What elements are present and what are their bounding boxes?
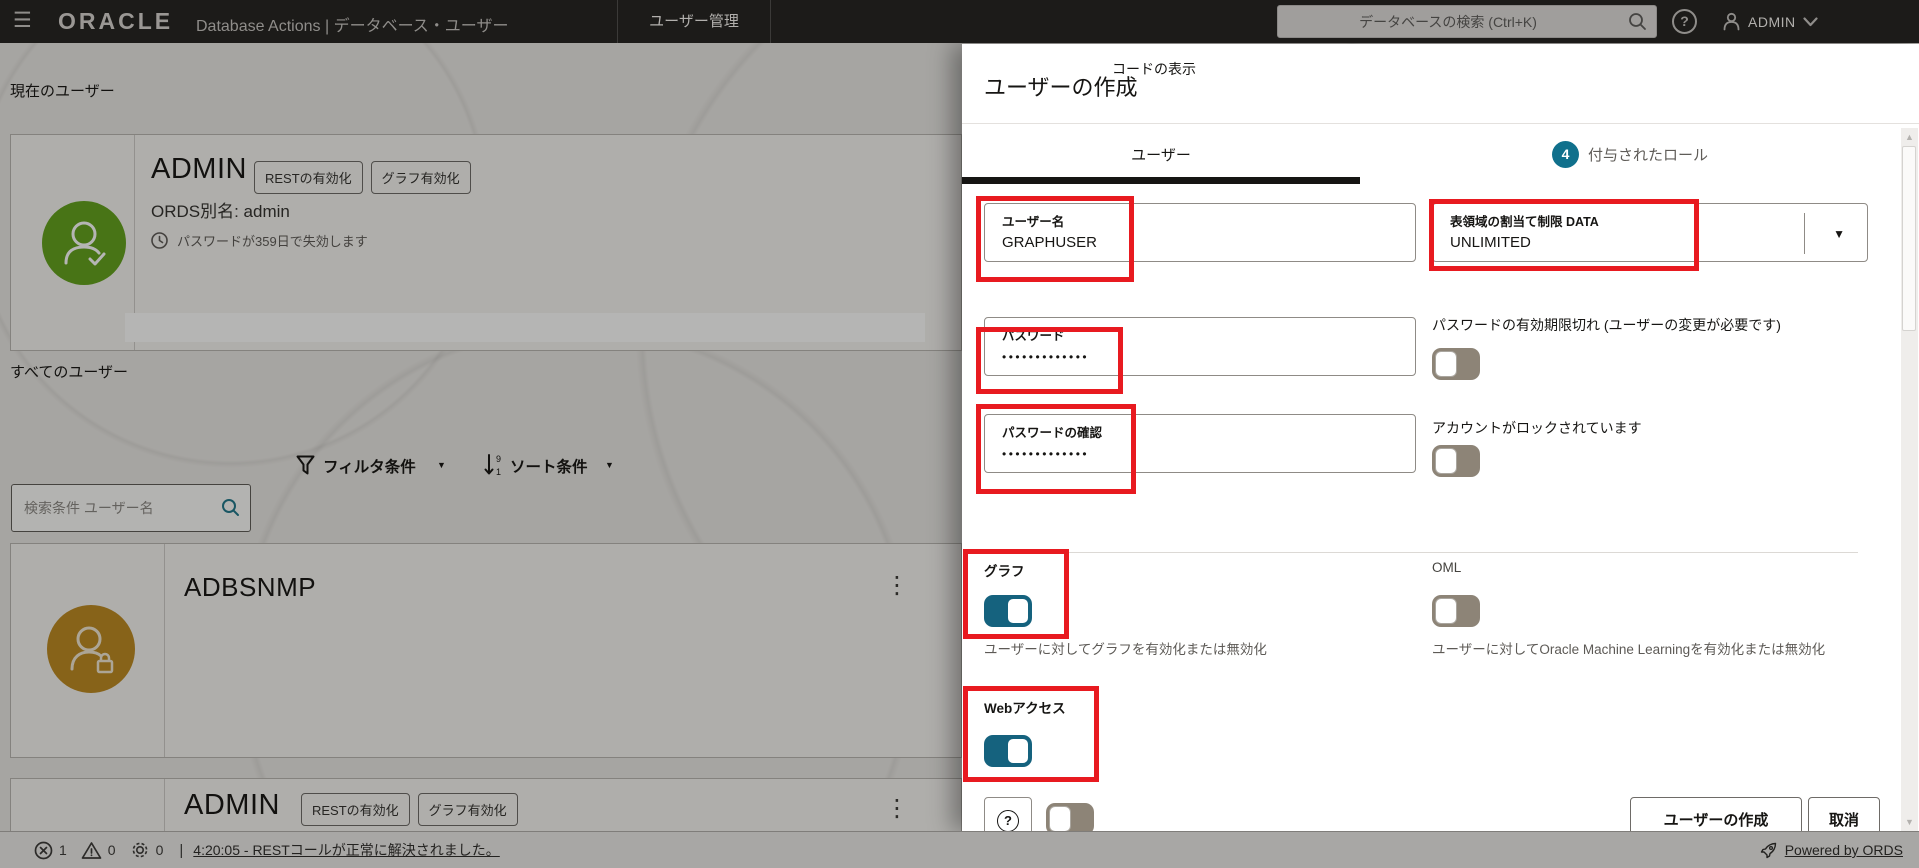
oracle-logo: ORACLE: [58, 8, 174, 34]
panel-scrollbar[interactable]: ▲ ▼: [1901, 128, 1918, 831]
scrollbar-thumb[interactable]: [1902, 146, 1916, 331]
tab-granted-roles[interactable]: 4 付与されたロール: [1360, 124, 1900, 184]
toggle-knob: [1049, 806, 1071, 832]
oml-toggle[interactable]: [1432, 595, 1480, 627]
errors-icon[interactable]: [34, 841, 53, 860]
toggle-knob: [1007, 738, 1029, 764]
toggle-knob: [1435, 448, 1457, 474]
web-access-label: Webアクセス: [984, 701, 1066, 716]
question-mark-icon: ?: [997, 810, 1019, 832]
status-bar: 1 0 0 | 4:20:05 - RESTコールが正常に解決されました。 Po…: [0, 831, 1919, 868]
password-label: パスワード: [1002, 329, 1065, 343]
graph-label: グラフ: [984, 564, 1025, 579]
user-menu-label: ADMIN: [1748, 13, 1796, 30]
graph-help-text: ユーザーに対してグラフを有効化または無効化: [984, 642, 1267, 657]
toggle-knob: [1007, 598, 1029, 624]
password-field[interactable]: パスワード •••••••••••••: [984, 317, 1416, 376]
drawer-tabs: ユーザー 4 付与されたロール: [962, 123, 1919, 184]
oml-label: OML: [1432, 560, 1462, 575]
errors-count: 1: [59, 842, 67, 858]
username-value[interactable]: GRAPHUSER: [1002, 234, 1415, 251]
password-expired-toggle[interactable]: [1432, 348, 1480, 380]
database-actions-app: 現在のユーザー ADMIN RESTの有効化 グラフ有効化 ORDS別名: adm…: [0, 0, 1919, 868]
app-title: Database Actions | データベース・ユーザー: [196, 18, 509, 35]
warnings-count: 0: [107, 842, 116, 858]
divider: [770, 0, 771, 43]
status-message-link[interactable]: 4:20:05 - RESTコールが正常に解決されました。: [193, 840, 500, 860]
global-search: [1277, 5, 1657, 38]
dropdown-caret-icon[interactable]: ▼: [1833, 227, 1845, 241]
quota-field[interactable]: 表領域の割当て制限 DATA UNLIMITED ▼: [1432, 203, 1868, 262]
separator: |: [179, 841, 184, 859]
toggle-knob: [1435, 598, 1457, 624]
rocket-icon: [1760, 842, 1776, 859]
roles-count-badge: 4: [1551, 140, 1579, 168]
chevron-down-icon: [1803, 16, 1818, 26]
tab-roles-label: 付与されたロール: [1587, 146, 1708, 164]
app-header: ☰ ORACLE Database Actions | データベース・ユーザー …: [0, 0, 1919, 43]
account-locked-label: アカウントがロックされています: [1432, 420, 1642, 436]
section-divider: [984, 552, 1858, 553]
account-locked-toggle[interactable]: [1432, 445, 1480, 477]
powered-by-ords[interactable]: Powered by ORDS: [1760, 841, 1903, 859]
scroll-down-icon[interactable]: ▼: [1901, 817, 1918, 827]
confirm-password-label: パスワードの確認: [1002, 426, 1103, 440]
scroll-up-icon[interactable]: ▲: [1901, 132, 1918, 142]
user-menu[interactable]: ADMIN: [1722, 0, 1818, 43]
password-expired-label: パスワードの有効期限切れ (ユーザーの変更が必要です): [1432, 317, 1781, 333]
create-user-drawer: ユーザーの作成 ユーザー 4 付与されたロール ユーザー名 GRAPHUSER …: [962, 44, 1919, 847]
hamburger-menu-icon[interactable]: ☰: [13, 8, 32, 33]
warnings-icon[interactable]: [81, 841, 102, 860]
divider: [1804, 213, 1805, 254]
tab-user-management[interactable]: ユーザー管理: [617, 0, 771, 43]
search-icon[interactable]: [1628, 12, 1647, 31]
active-tab-underline: [962, 177, 1360, 184]
processes-count: 0: [155, 842, 164, 858]
oml-help-text: ユーザーに対してOracle Machine Learningを有効化または無効…: [1432, 642, 1826, 657]
web-access-toggle[interactable]: [984, 735, 1032, 767]
tab-user[interactable]: ユーザー: [962, 124, 1360, 184]
global-search-input[interactable]: [1277, 5, 1657, 38]
username-field[interactable]: ユーザー名 GRAPHUSER: [984, 203, 1416, 262]
confirm-password-field[interactable]: パスワードの確認 •••••••••••••: [984, 414, 1416, 473]
processes-gear-icon[interactable]: [130, 840, 150, 860]
help-icon[interactable]: ?: [1672, 9, 1697, 34]
person-icon: [1723, 12, 1740, 31]
tab-user-label: ユーザー: [1131, 147, 1191, 164]
confirm-password-masked-value[interactable]: •••••••••••••: [1002, 447, 1415, 461]
powered-by-link: Powered by ORDS: [1784, 842, 1903, 858]
graph-toggle[interactable]: [984, 595, 1032, 627]
toggle-knob: [1435, 351, 1457, 377]
show-code-label: コードの表示: [1112, 61, 1196, 77]
username-label: ユーザー名: [1002, 215, 1065, 229]
password-masked-value[interactable]: •••••••••••••: [1002, 350, 1415, 364]
